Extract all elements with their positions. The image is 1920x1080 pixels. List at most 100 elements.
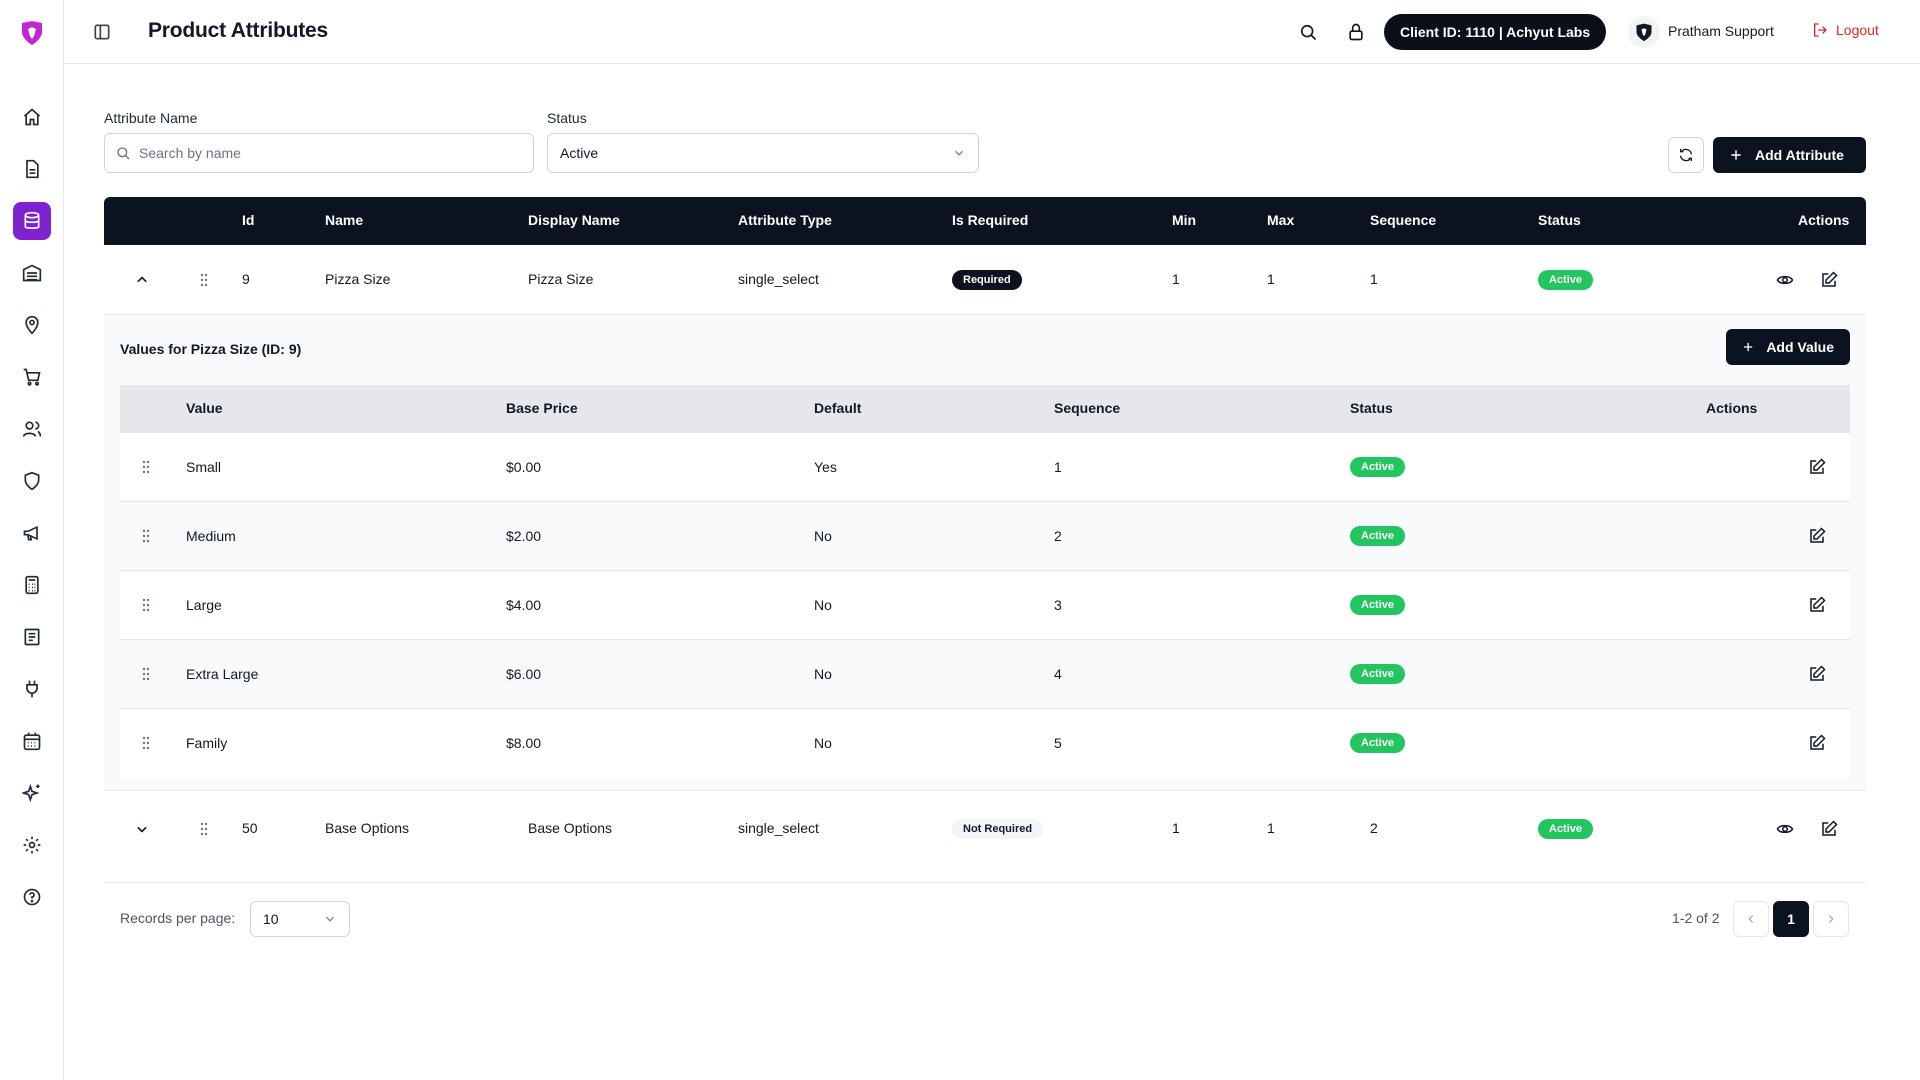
refresh-button[interactable] bbox=[1668, 137, 1704, 173]
user-name[interactable]: Pratham Support bbox=[1668, 23, 1774, 39]
cell-base-price: $6.00 bbox=[506, 666, 542, 682]
value-row[interactable]: Family $8.00 No 5 Active bbox=[120, 709, 1850, 778]
cell-sequence: 3 bbox=[1054, 597, 1062, 613]
column-header: Is Required bbox=[952, 212, 1029, 228]
status-badge: Active bbox=[1538, 819, 1594, 839]
column-header: Actions bbox=[1706, 400, 1758, 416]
cell-value: Extra Large bbox=[186, 666, 259, 682]
add-value-button[interactable]: Add Value bbox=[1726, 329, 1850, 365]
chevron-left-icon bbox=[1748, 915, 1754, 923]
receipt-icon bbox=[24, 628, 40, 646]
avatar[interactable] bbox=[1628, 16, 1660, 48]
lock-icon[interactable] bbox=[1346, 22, 1366, 42]
calculator-icon bbox=[25, 575, 39, 595]
drag-handle-icon[interactable] bbox=[196, 272, 212, 288]
cell-base-price: $2.00 bbox=[506, 528, 542, 544]
value-row[interactable]: Small $0.00 Yes 1 Active bbox=[120, 433, 1850, 502]
cell-id: 9 bbox=[242, 271, 250, 287]
nav-database[interactable] bbox=[13, 202, 51, 240]
search-icon[interactable] bbox=[1298, 22, 1318, 42]
column-header: Base Price bbox=[506, 400, 578, 416]
nav-reports[interactable] bbox=[13, 618, 51, 656]
value-row[interactable]: Large $4.00 No 3 Active bbox=[120, 571, 1850, 640]
edit-icon[interactable] bbox=[1808, 596, 1826, 614]
prev-page-button[interactable] bbox=[1733, 901, 1769, 937]
view-icon[interactable] bbox=[1776, 820, 1794, 838]
client-badge[interactable]: Client ID: 1110 | Achyut Labs bbox=[1384, 14, 1607, 50]
records-per-page-label: Records per page: bbox=[120, 910, 236, 926]
cell-value: Medium bbox=[186, 528, 236, 544]
sidebar-toggle-icon[interactable] bbox=[92, 22, 112, 42]
drag-handle-icon[interactable] bbox=[196, 821, 212, 837]
nav-locations[interactable] bbox=[13, 306, 51, 344]
drag-handle-icon[interactable] bbox=[138, 735, 154, 751]
nav-orders[interactable] bbox=[13, 358, 51, 396]
records-per-page-select[interactable]: 10 bbox=[250, 901, 350, 937]
edit-icon[interactable] bbox=[1808, 734, 1826, 752]
nav-marketing[interactable] bbox=[13, 514, 51, 552]
edit-icon[interactable] bbox=[1808, 458, 1826, 476]
drag-handle-icon[interactable] bbox=[138, 597, 154, 613]
nav-security[interactable] bbox=[13, 462, 51, 500]
view-icon[interactable] bbox=[1776, 271, 1794, 289]
nav-customers[interactable] bbox=[13, 410, 51, 448]
nav-home[interactable] bbox=[13, 98, 51, 136]
chevron-down-icon[interactable] bbox=[132, 819, 152, 839]
location-pin-icon bbox=[25, 315, 39, 335]
drag-handle-icon[interactable] bbox=[138, 666, 154, 682]
column-header: Actions bbox=[1798, 212, 1850, 228]
search-input[interactable] bbox=[139, 145, 519, 161]
logout-button[interactable]: Logout bbox=[1812, 22, 1879, 38]
nav-calendar[interactable] bbox=[13, 722, 51, 760]
edit-icon[interactable] bbox=[1808, 527, 1826, 545]
status-badge: Active bbox=[1538, 270, 1594, 290]
nav-settings[interactable] bbox=[13, 826, 51, 864]
nav-ai[interactable] bbox=[13, 774, 51, 812]
brand-logo-icon[interactable] bbox=[20, 20, 44, 46]
column-header: Sequence bbox=[1054, 400, 1121, 416]
cell-base-price: $8.00 bbox=[506, 735, 542, 751]
page-button[interactable]: 1 bbox=[1773, 901, 1809, 937]
status-badge: Active bbox=[1350, 526, 1406, 546]
edit-icon[interactable] bbox=[1808, 665, 1826, 683]
plug-icon bbox=[26, 680, 38, 698]
cell-max: 1 bbox=[1267, 820, 1275, 836]
status-select[interactable]: Active bbox=[547, 133, 979, 173]
value-row[interactable]: Extra Large $6.00 No 4 Active bbox=[120, 640, 1850, 709]
values-table-header: Value Base Price Default Sequence Status… bbox=[120, 385, 1850, 433]
shield-icon bbox=[24, 471, 40, 491]
user-logo-icon bbox=[1636, 23, 1652, 42]
search-field[interactable] bbox=[104, 133, 534, 173]
column-header: Status bbox=[1350, 400, 1393, 416]
value-row[interactable]: Medium $2.00 No 2 Active bbox=[120, 502, 1850, 571]
attribute-name-label: Attribute Name bbox=[104, 110, 198, 126]
cell-min: 1 bbox=[1172, 820, 1180, 836]
logout-icon bbox=[1814, 23, 1827, 37]
table-row[interactable]: 50 Base Options Base Options single_sele… bbox=[104, 791, 1866, 883]
next-page-button[interactable] bbox=[1813, 901, 1849, 937]
add-attribute-button[interactable]: Add Attribute bbox=[1713, 137, 1866, 173]
cart-icon bbox=[23, 368, 41, 386]
chevron-right-icon bbox=[1828, 915, 1834, 923]
cell-value: Large bbox=[186, 597, 222, 613]
status-label: Status bbox=[547, 110, 587, 126]
edit-icon[interactable] bbox=[1820, 820, 1838, 838]
edit-icon[interactable] bbox=[1820, 271, 1838, 289]
cell-display-name: Pizza Size bbox=[528, 271, 594, 287]
cell-default: No bbox=[814, 666, 832, 682]
drag-handle-icon[interactable] bbox=[138, 459, 154, 475]
table-row[interactable]: 9 Pizza Size Pizza Size single_select Re… bbox=[104, 245, 1866, 315]
nav-help[interactable] bbox=[13, 878, 51, 916]
cell-value: Family bbox=[186, 735, 228, 751]
nav-documents[interactable] bbox=[13, 150, 51, 188]
nav-accounting[interactable] bbox=[13, 566, 51, 604]
inventory-icon bbox=[22, 264, 42, 282]
nav-integrations[interactable] bbox=[13, 670, 51, 708]
drag-handle-icon[interactable] bbox=[138, 528, 154, 544]
column-header: Id bbox=[242, 212, 255, 228]
chevron-up-icon[interactable] bbox=[132, 270, 152, 290]
status-badge: Active bbox=[1350, 733, 1406, 753]
nav-inventory[interactable] bbox=[13, 254, 51, 292]
settings-icon bbox=[23, 836, 41, 854]
cell-display-name: Base Options bbox=[528, 820, 613, 836]
